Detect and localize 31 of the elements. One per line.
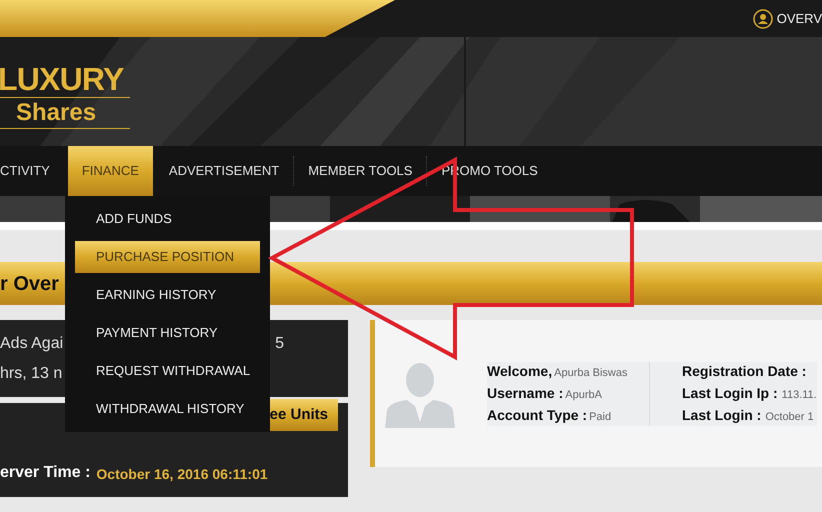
user-icon [752,8,773,28]
menu-item[interactable]: WITHDRAWAL HISTORY [75,393,260,425]
info-value: Apurba Biswas [554,366,628,381]
timer-text: hrs, 13 n [0,364,62,384]
logo-subtitle: Shares [15,98,96,128]
info-label: Registration Date : [682,362,806,381]
menu-item[interactable]: REQUEST WITHDRAWAL [75,355,260,387]
nav-tab[interactable]: FINANCE [68,146,153,196]
info-value: ApurbA [565,388,602,403]
menu-item[interactable]: PURCHASE POSITION [75,241,260,273]
info-label: Account Type : [487,406,588,425]
nav-tab[interactable]: CTIVITY [0,146,66,196]
menu-item[interactable]: PAYMENT HISTORY [75,317,260,349]
info-label: Last Login Ip : [682,384,778,403]
ads-text: Ads Agai [0,334,64,354]
menu-item[interactable]: ADD FUNDS [75,203,260,235]
info-label: Last Login : [682,406,762,425]
nav-tab[interactable]: ADVERTISEMENT [154,146,294,196]
info-label: Welcome, [487,362,552,381]
section-title: r Over [0,272,59,296]
info-value: October 1 [765,410,814,425]
info-value: Paid [589,410,612,425]
info-label: Username : [487,384,564,403]
menu-item[interactable]: EARNING HISTORY [75,279,260,311]
ads-text: 5 [275,334,284,354]
server-time-value: October 16, 2016 06:11:01 [96,465,268,484]
overview-link[interactable]: OVERV [776,8,822,28]
info-value: 113.11. [782,388,817,403]
logo-title: LUXURY [0,61,124,97]
nav-tab[interactable]: MEMBER TOOLS [294,146,426,196]
server-time-label: erver Time : [0,463,90,483]
